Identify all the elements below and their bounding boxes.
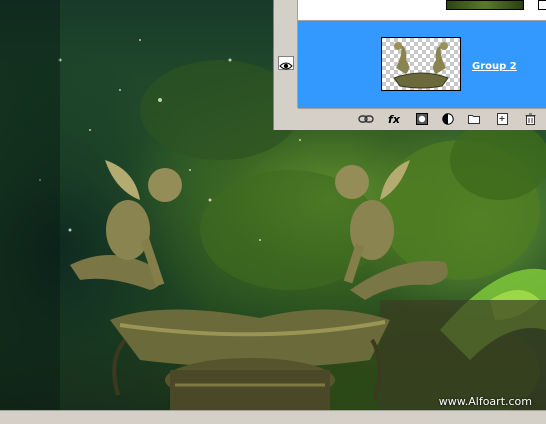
visibility-column	[274, 0, 298, 108]
trash-icon[interactable]	[522, 112, 538, 126]
status-strip	[0, 410, 546, 424]
fx-icon[interactable]: fx	[386, 112, 402, 126]
mask-icon[interactable]	[414, 112, 430, 126]
group-thumbnail	[381, 37, 461, 91]
layer-thumbnail	[446, 0, 524, 10]
eye-icon[interactable]	[278, 56, 294, 70]
adjustment-icon[interactable]	[440, 112, 456, 126]
watermark-text: www.Alfoart.com	[438, 395, 532, 408]
layer-name[interactable]: Group 2	[472, 61, 517, 72]
layer-row-group-2[interactable]: Group 2	[298, 21, 546, 108]
layers-toolbar: fx	[298, 108, 546, 130]
layer-row-above[interactable]	[298, 0, 546, 21]
link-icon[interactable]	[358, 112, 374, 126]
folder-icon[interactable]	[466, 112, 482, 126]
layer-mask-thumbnail	[538, 0, 546, 10]
new-layer-icon[interactable]	[494, 112, 510, 126]
layers-panel: Group 2 fx	[273, 0, 546, 130]
